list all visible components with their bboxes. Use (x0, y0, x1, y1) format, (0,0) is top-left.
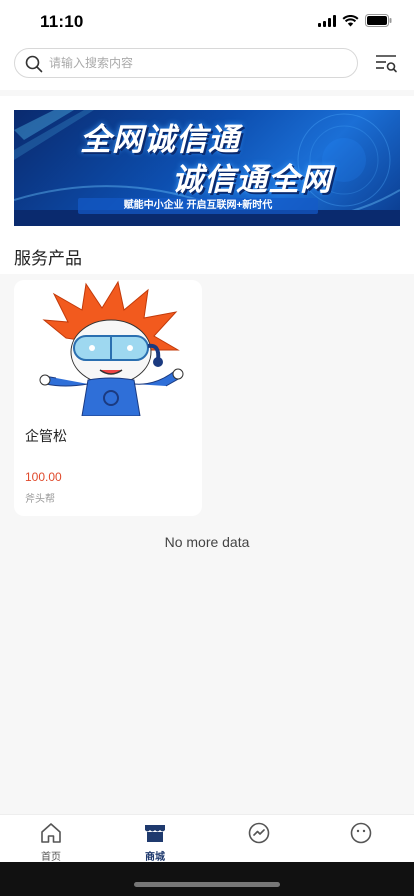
battery-icon (365, 14, 392, 27)
home-indicator (134, 882, 280, 887)
search-input[interactable] (49, 53, 349, 73)
tab-home[interactable]: 首页 (16, 821, 86, 865)
search-bar (0, 44, 414, 90)
search-box[interactable] (14, 48, 358, 78)
status-icons (318, 14, 392, 27)
status-time: 11:10 (40, 12, 84, 31)
product-name: 企管松 (25, 428, 67, 444)
status-bar: 11:10 (0, 0, 414, 44)
main-content: 全网诚信通 诚信通全网 赋能中小企业 开启互联网+新时代 服务产品 企管松 10… (0, 96, 414, 814)
home-icon (41, 823, 61, 843)
promo-banner[interactable]: 全网诚信通 诚信通全网 赋能中小企业 开启互联网+新时代 (14, 110, 400, 226)
tab-home-label: 首页 (41, 852, 61, 863)
banner-subtitle: 赋能中小企业 开启互联网+新时代 (78, 198, 318, 214)
tab-profile[interactable] (326, 821, 396, 865)
filter-search-icon[interactable] (374, 52, 398, 76)
tab-shop[interactable]: 商城 (120, 821, 190, 865)
chart-icon (248, 822, 270, 844)
shop-icon (145, 825, 165, 842)
product-card[interactable]: 企管松 100.00 斧头帮 (14, 280, 202, 516)
product-price: 100.00 (25, 470, 62, 484)
list-end-message: No more data (164, 534, 250, 550)
bottom-tab-bar: 首页 商城 (0, 814, 414, 864)
home-indicator-area (0, 862, 414, 896)
face-icon (350, 822, 372, 844)
search-icon (25, 55, 43, 73)
banner-title-line2: 诚信通全网 (172, 162, 332, 197)
product-shop-name: 斧头帮 (25, 494, 55, 505)
tab-shop-label: 商城 (145, 852, 165, 863)
wifi-icon (342, 14, 359, 26)
product-mascot-image (39, 280, 184, 416)
signal-icon (318, 14, 336, 27)
section-title: 服务产品 (14, 249, 82, 268)
banner-title-line1: 全网诚信通 (80, 122, 240, 157)
tab-trends[interactable] (224, 821, 294, 865)
